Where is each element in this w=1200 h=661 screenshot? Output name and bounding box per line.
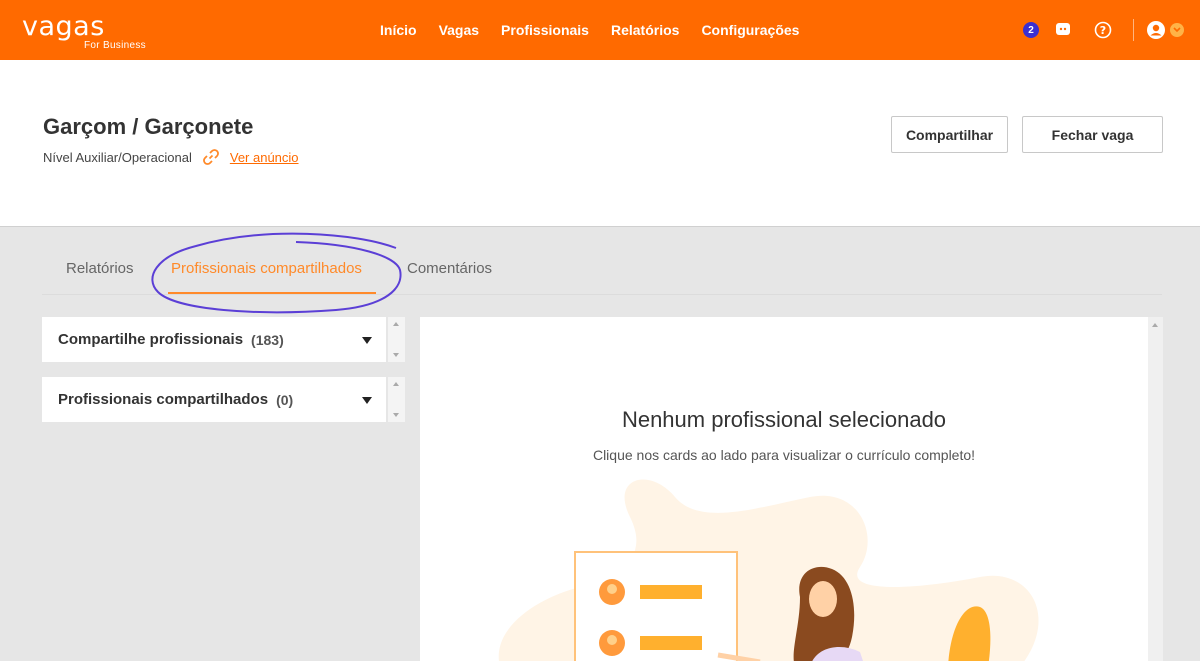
panel-scrollbar[interactable] (388, 377, 405, 422)
main-nav: Início Vagas Profissionais Relatórios Co… (380, 0, 799, 60)
tab-comentarios[interactable]: Comentários (407, 260, 492, 277)
viewer-scrollbar[interactable] (1148, 317, 1163, 661)
resume-viewer: Nenhum profissional selecionado Clique n… (420, 317, 1148, 661)
nav-vagas[interactable]: Vagas (439, 22, 479, 38)
top-actions: 2 ? (1023, 0, 1184, 60)
job-level: Nível Auxiliar/Operacional (43, 149, 192, 165)
caret-down-icon (362, 397, 372, 404)
tab-bar: Relatórios Profissionais compartilhados … (42, 228, 1162, 314)
empty-state-title: Nenhum profissional selecionado (621, 407, 947, 432)
nav-configuracoes[interactable]: Configurações (701, 22, 799, 38)
user-avatar-icon (1147, 21, 1165, 39)
link-icon (202, 149, 219, 165)
svg-text:?: ? (1100, 24, 1106, 37)
panel-label: Profissionais compartilhados (58, 391, 269, 408)
job-header: Garçom / Garçonete Nível Auxiliar/Operac… (0, 60, 1200, 227)
empty-state-subtitle: Clique nos cards ao lado para visualizar… (592, 447, 976, 463)
nav-inicio[interactable]: Início (380, 22, 417, 38)
close-job-button[interactable]: Fechar vaga (1022, 116, 1163, 153)
job-meta: Nível Auxiliar/Operacional Ver anúncio (43, 148, 299, 166)
panel-count: (0) (276, 391, 294, 408)
chevron-down-icon (1170, 23, 1184, 37)
nav-profissionais[interactable]: Profissionais (501, 22, 589, 38)
help-icon[interactable]: ? (1093, 20, 1113, 40)
panel-count: (183) (251, 331, 284, 348)
topbar-divider (1133, 19, 1134, 41)
empty-state-illustration (498, 479, 1039, 661)
page-title: Garçom / Garçonete (43, 114, 254, 139)
panel-label: Compartilhe profissionais (58, 331, 244, 348)
notification-badge[interactable]: 2 (1023, 22, 1039, 38)
chat-icon[interactable] (1053, 20, 1073, 40)
logo-subtext: For Business (84, 40, 146, 51)
top-navbar: vagas For Business Início Vagas Profissi… (0, 0, 1200, 60)
panel-scrollbar[interactable] (388, 317, 405, 362)
user-menu[interactable] (1146, 20, 1184, 40)
logo-text: vagas (22, 11, 105, 42)
share-button[interactable]: Compartilhar (891, 116, 1008, 153)
vagas-logo[interactable]: vagas For Business (22, 12, 152, 52)
shared-professionals-panel[interactable]: Profissionais compartilhados (0) (42, 377, 386, 422)
tab-relatorios[interactable]: Relatórios (66, 260, 134, 277)
share-professionals-panel[interactable]: Compartilhe profissionais (183) (42, 317, 386, 362)
nav-relatorios[interactable]: Relatórios (611, 22, 679, 38)
view-posting-link[interactable]: Ver anúncio (230, 150, 299, 165)
active-tab-indicator (168, 292, 376, 294)
caret-down-icon (362, 337, 372, 344)
tab-profissionais-compartilhados[interactable]: Profissionais compartilhados (171, 260, 362, 277)
